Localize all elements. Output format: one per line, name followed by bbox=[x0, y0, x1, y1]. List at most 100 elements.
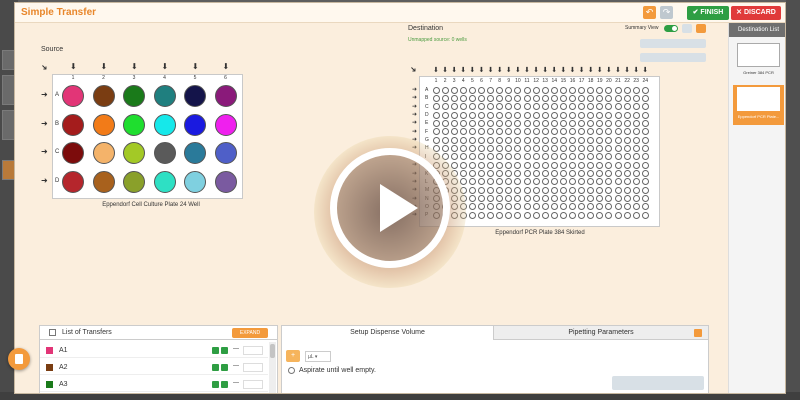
destination-well[interactable] bbox=[468, 161, 476, 169]
destination-well[interactable] bbox=[632, 153, 640, 161]
destination-well[interactable] bbox=[441, 111, 449, 119]
destination-well[interactable] bbox=[541, 170, 549, 177]
destination-well[interactable] bbox=[496, 136, 504, 144]
destination-well[interactable] bbox=[441, 103, 449, 111]
row-arrow-icon[interactable]: ➜ bbox=[412, 86, 417, 93]
destination-well[interactable] bbox=[632, 136, 640, 144]
destination-well[interactable] bbox=[559, 119, 567, 127]
destination-well[interactable] bbox=[496, 111, 504, 119]
destination-well[interactable] bbox=[605, 136, 613, 144]
destination-well[interactable] bbox=[623, 119, 631, 127]
destination-well[interactable] bbox=[596, 111, 604, 119]
destination-well[interactable] bbox=[541, 161, 549, 169]
destination-well[interactable] bbox=[641, 186, 649, 194]
destination-well[interactable] bbox=[432, 94, 440, 102]
destination-well[interactable] bbox=[432, 128, 440, 136]
source-well[interactable] bbox=[184, 113, 206, 136]
destination-well[interactable] bbox=[632, 86, 640, 94]
destination-well[interactable] bbox=[623, 195, 631, 203]
column-arrow-icon[interactable]: ⬇ bbox=[460, 66, 466, 74]
destination-well[interactable] bbox=[587, 161, 595, 169]
expand-button[interactable]: EXPAND bbox=[232, 328, 268, 338]
destination-well[interactable] bbox=[614, 153, 622, 161]
column-arrow-icon[interactable]: ⬇ bbox=[488, 66, 494, 74]
destination-well[interactable] bbox=[559, 186, 567, 194]
column-arrow-icon[interactable]: ⬇ bbox=[588, 66, 594, 74]
destination-well[interactable] bbox=[614, 178, 622, 186]
destination-well[interactable] bbox=[505, 136, 513, 144]
source-well[interactable] bbox=[62, 85, 84, 107]
edit-transfer-icon[interactable] bbox=[212, 347, 219, 354]
destination-well[interactable] bbox=[632, 119, 640, 127]
tab-setup-dispense-volume[interactable]: Setup Dispense Volume bbox=[282, 326, 494, 340]
destination-well[interactable] bbox=[496, 186, 504, 194]
destination-list-item[interactable]: Greiner 384 PCR bbox=[733, 41, 784, 81]
destination-action-button[interactable] bbox=[640, 53, 706, 62]
source-well[interactable] bbox=[62, 142, 84, 164]
destination-well[interactable] bbox=[532, 170, 540, 177]
destination-well[interactable] bbox=[550, 103, 558, 111]
destination-well[interactable] bbox=[523, 119, 531, 127]
destination-well[interactable] bbox=[569, 186, 576, 194]
row-arrow-icon[interactable]: ➜ bbox=[412, 111, 417, 118]
video-play-button[interactable] bbox=[330, 148, 450, 268]
transfers-scrollbar[interactable] bbox=[269, 342, 276, 393]
destination-well[interactable] bbox=[550, 144, 558, 152]
destination-well[interactable] bbox=[541, 86, 549, 94]
destination-well[interactable] bbox=[468, 119, 476, 127]
destination-well[interactable] bbox=[559, 111, 567, 119]
destination-well[interactable] bbox=[587, 136, 595, 144]
destination-well[interactable] bbox=[614, 128, 622, 136]
destination-well[interactable] bbox=[441, 94, 449, 102]
discard-button[interactable]: ✕ DISCARD bbox=[731, 6, 781, 20]
destination-well[interactable] bbox=[478, 195, 485, 203]
destination-well[interactable] bbox=[459, 86, 467, 94]
source-well[interactable] bbox=[184, 170, 206, 193]
destination-well[interactable] bbox=[587, 111, 595, 119]
destination-well[interactable] bbox=[496, 86, 504, 94]
destination-well[interactable] bbox=[559, 161, 567, 169]
source-well[interactable] bbox=[92, 85, 115, 107]
destination-well[interactable] bbox=[605, 111, 613, 119]
destination-well[interactable] bbox=[532, 86, 540, 94]
destination-well[interactable] bbox=[541, 94, 549, 102]
destination-well[interactable] bbox=[532, 195, 540, 203]
destination-well[interactable] bbox=[550, 86, 558, 94]
destination-well[interactable] bbox=[432, 103, 440, 111]
destination-well[interactable] bbox=[450, 128, 458, 136]
destination-well[interactable] bbox=[532, 178, 540, 186]
destination-well[interactable] bbox=[623, 128, 631, 136]
destination-well[interactable] bbox=[541, 211, 549, 219]
destination-well[interactable] bbox=[559, 170, 567, 177]
destination-well[interactable] bbox=[614, 136, 622, 144]
destination-well[interactable] bbox=[478, 186, 485, 194]
destination-well[interactable] bbox=[459, 161, 467, 169]
source-well[interactable] bbox=[62, 170, 84, 193]
copy-transfer-icon[interactable] bbox=[221, 364, 228, 371]
destination-well[interactable] bbox=[459, 119, 467, 127]
source-well[interactable] bbox=[214, 142, 237, 164]
destination-well[interactable] bbox=[459, 128, 467, 136]
destination-well[interactable] bbox=[614, 94, 622, 102]
destination-well[interactable] bbox=[532, 119, 540, 127]
destination-well[interactable] bbox=[523, 186, 531, 194]
destination-well[interactable] bbox=[532, 144, 540, 152]
destination-well[interactable] bbox=[578, 211, 586, 219]
destination-well[interactable] bbox=[487, 144, 495, 152]
destination-well[interactable] bbox=[614, 186, 622, 194]
transfer-row[interactable]: A3 — bbox=[40, 377, 268, 392]
column-arrow-icon[interactable]: ⬇ bbox=[223, 62, 230, 71]
scrollbar-thumb[interactable] bbox=[270, 344, 275, 358]
copy-transfer-icon[interactable] bbox=[221, 347, 228, 354]
destination-well[interactable] bbox=[623, 203, 631, 211]
edit-transfer-icon[interactable] bbox=[212, 364, 219, 371]
destination-well[interactable] bbox=[641, 170, 649, 177]
destination-well[interactable] bbox=[478, 94, 485, 102]
destination-well[interactable] bbox=[541, 153, 549, 161]
destination-well[interactable] bbox=[541, 136, 549, 144]
destination-action-button[interactable] bbox=[640, 39, 706, 48]
destination-well[interactable] bbox=[468, 211, 476, 219]
corner-arrow-icon[interactable]: ➜ bbox=[408, 64, 419, 75]
destination-well[interactable] bbox=[550, 119, 558, 127]
destination-well[interactable] bbox=[523, 203, 531, 211]
